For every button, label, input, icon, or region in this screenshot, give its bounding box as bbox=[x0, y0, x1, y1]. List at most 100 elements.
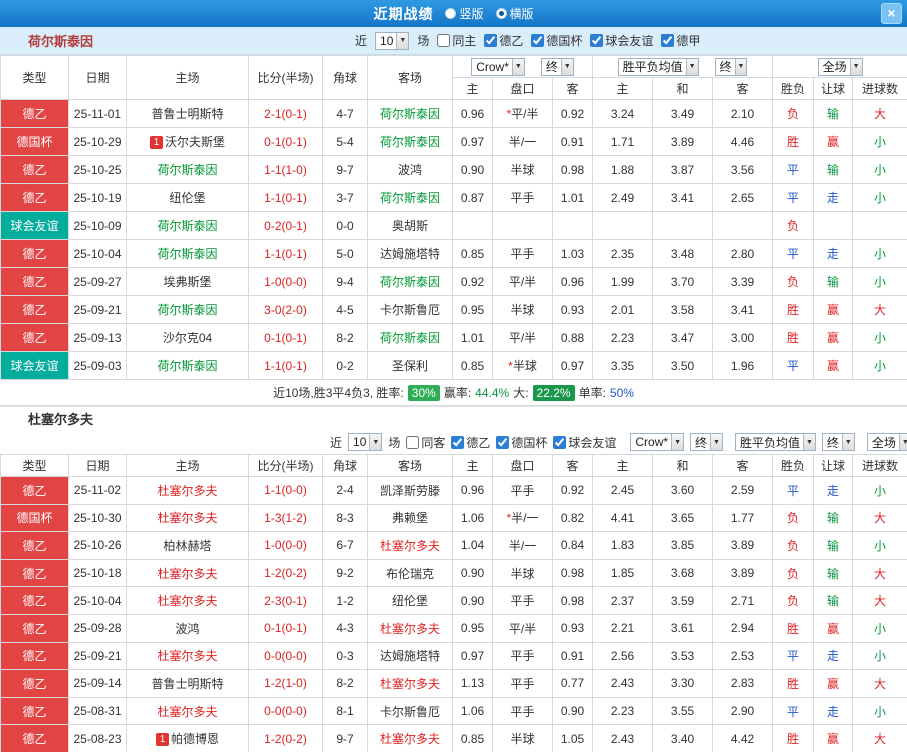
date-cell: 25-10-29 bbox=[68, 127, 127, 156]
avg-away-cell: 1.96 bbox=[712, 351, 774, 380]
avg-home-cell: 2.56 bbox=[592, 641, 653, 671]
checkbox-input[interactable] bbox=[406, 435, 420, 449]
recent-count-select[interactable]: 10 ▼ bbox=[375, 31, 410, 50]
col-header-avg-home: 主 bbox=[592, 77, 654, 100]
select-value: 胜平负均值 bbox=[739, 435, 800, 450]
col-header: 角球 bbox=[322, 454, 368, 477]
handicap-result-cell: 走 bbox=[813, 641, 853, 671]
filter-checkbox-0[interactable]: 同客 bbox=[406, 434, 445, 451]
league-cell: 德乙 bbox=[0, 295, 69, 324]
home-odds-cell: 1.13 bbox=[452, 669, 493, 698]
away-team-cell: 荷尔斯泰因 bbox=[367, 127, 453, 156]
checkbox-input[interactable] bbox=[484, 34, 498, 47]
home-team-cell: 杜塞尔多夫 bbox=[126, 476, 249, 505]
date-cell: 25-08-31 bbox=[68, 696, 127, 726]
away-odds-cell: 1.01 bbox=[551, 183, 594, 212]
final-avg-select[interactable]: 终 ▼ bbox=[714, 57, 748, 76]
layout-radio-vertical[interactable]: 竖版 bbox=[445, 5, 484, 22]
result-cell: 胜 bbox=[772, 127, 815, 156]
final-avg-select[interactable]: 终 ▼ bbox=[821, 433, 855, 451]
handicap-result-cell: 输 bbox=[813, 155, 854, 184]
scope-select[interactable]: 全场 ▼ bbox=[866, 433, 907, 451]
col-header-home: 主场 bbox=[126, 55, 249, 100]
scope-select[interactable]: 全场 ▼ bbox=[817, 57, 863, 76]
win-rate-badge: 30% bbox=[407, 384, 440, 401]
handicap-result-cell: 输 bbox=[813, 503, 853, 533]
layout-radio-horizontal[interactable]: 横版 bbox=[495, 5, 534, 22]
score-cell: 0-0(0-0) bbox=[248, 696, 323, 726]
checkbox-input[interactable] bbox=[531, 34, 545, 47]
bookmaker-select[interactable]: Crow* ▼ bbox=[471, 57, 525, 76]
home-team-cell: 杜塞尔多夫 bbox=[126, 696, 249, 726]
result-cell: 负 bbox=[772, 99, 815, 128]
final-odds-select[interactable]: 终 ▼ bbox=[690, 433, 723, 451]
date-cell: 25-10-26 bbox=[68, 531, 127, 560]
final-odds-select[interactable]: 终 ▼ bbox=[540, 57, 574, 76]
recent-count-select[interactable]: 10 ▼ bbox=[348, 433, 383, 451]
filter-checkbox-1[interactable]: 德乙 bbox=[451, 434, 490, 451]
goals-result-cell: 小 bbox=[852, 155, 907, 184]
avg-draw-cell: 3.59 bbox=[652, 586, 713, 615]
avg-away-cell: 3.39 bbox=[712, 267, 774, 296]
away-team-cell: 卡尔斯鲁厄 bbox=[367, 696, 453, 726]
checkbox-input[interactable] bbox=[661, 34, 675, 47]
league-cell: 德乙 bbox=[0, 99, 69, 128]
checkbox-label: 同主 bbox=[452, 34, 477, 48]
bookmaker-select[interactable]: Crow* ▼ bbox=[630, 433, 684, 451]
date-cell: 25-09-03 bbox=[68, 351, 127, 380]
match-row: 德国杯 25-10-30 杜塞尔多夫 1-3(1-2) 8-3 弗赖堡 1.06 *半/一 0.… bbox=[0, 503, 907, 533]
checkbox-input[interactable] bbox=[451, 435, 465, 449]
result-cell: 负 bbox=[772, 558, 814, 588]
date-cell: 25-09-14 bbox=[68, 669, 127, 698]
col-header-odds-away: 客 bbox=[551, 77, 594, 100]
avg-odds-select[interactable]: 胜平负均值 ▼ bbox=[617, 57, 699, 76]
away-odds-cell: 0.98 bbox=[551, 155, 594, 184]
handicap-cell: 平手 bbox=[492, 641, 553, 671]
checkbox-input[interactable] bbox=[553, 435, 567, 449]
filter-checkbox-1[interactable]: 德乙 bbox=[484, 32, 523, 49]
away-team-cell: 凯泽斯劳滕 bbox=[367, 476, 453, 505]
checkbox-input[interactable] bbox=[496, 435, 510, 449]
col-header: 类型 bbox=[0, 454, 69, 477]
away-odds-cell: 0.92 bbox=[552, 476, 593, 505]
match-row: 德乙 25-10-25 荷尔斯泰因 1-1(1-0) 9-7 波鸿 0.90 半球 0.98 1.… bbox=[0, 155, 907, 184]
filter-checkbox-3[interactable]: 球会友谊 bbox=[590, 32, 653, 49]
handicap-cell: 半球 bbox=[492, 155, 553, 184]
league-cell: 德乙 bbox=[0, 239, 69, 268]
filter-checkbox-0[interactable]: 同主 bbox=[437, 32, 476, 49]
filter-checkbox-4[interactable]: 德甲 bbox=[661, 32, 700, 49]
corner-cell: 9-2 bbox=[322, 558, 368, 588]
select-value: 10 bbox=[380, 33, 394, 48]
avg-home-cell: 2.23 bbox=[592, 323, 654, 352]
match-row: 德乙 25-10-26 柏林赫塔 1-0(0-0) 6-7 杜塞尔多夫 1.04 半/一 0.8… bbox=[0, 531, 907, 560]
checkbox-input[interactable] bbox=[437, 34, 451, 47]
close-button[interactable]: × bbox=[881, 3, 902, 24]
col-header: 胜负 bbox=[772, 454, 814, 477]
avg-home-cell bbox=[592, 211, 654, 240]
away-odds-cell: 0.93 bbox=[552, 613, 593, 643]
away-team-cell: 荷尔斯泰因 bbox=[367, 99, 453, 128]
handicap-result-cell: 赢 bbox=[813, 724, 853, 752]
home-odds-cell: 0.97 bbox=[452, 127, 493, 156]
filter-checkbox-2[interactable]: 德国杯 bbox=[496, 434, 547, 451]
away-team-cell: 达姆施塔特 bbox=[367, 641, 453, 671]
team1-name: 荷尔斯泰因 bbox=[28, 34, 94, 49]
checkbox-input[interactable] bbox=[590, 34, 604, 47]
dropdown-arrow-icon: ▼ bbox=[802, 434, 815, 450]
avg-odds-select[interactable]: 胜平负均值 ▼ bbox=[734, 433, 816, 451]
filter-checkbox-3[interactable]: 球会友谊 bbox=[553, 434, 616, 451]
away-team-cell: 达姆施塔特 bbox=[367, 239, 453, 268]
recent-results-popup: 近期战绩 竖版 横版 × 荷尔斯泰因 近 10 ▼ 场同主 德乙 德国杯 球会友谊 德甲 类型 … bbox=[0, 0, 907, 752]
avg-draw-cell: 3.87 bbox=[652, 155, 714, 184]
avg-away-cell: 3.41 bbox=[712, 295, 774, 324]
goals-result-cell: 小 bbox=[852, 531, 907, 560]
date-cell: 25-09-27 bbox=[68, 267, 127, 296]
handicap-cell bbox=[492, 211, 553, 240]
home-odds-cell: 0.97 bbox=[452, 641, 493, 671]
handicap-cell: 平手 bbox=[492, 696, 553, 726]
select-value: 终 bbox=[719, 60, 732, 74]
filter-checkbox-2[interactable]: 德国杯 bbox=[531, 32, 582, 49]
dropdown-arrow-icon: ▼ bbox=[710, 434, 722, 450]
score-cell: 1-1(0-1) bbox=[248, 183, 323, 212]
match-row: 德乙 25-09-14 普鲁士明斯特 1-2(1-0) 8-2 杜塞尔多夫 1.13 平手 0.… bbox=[0, 669, 907, 698]
